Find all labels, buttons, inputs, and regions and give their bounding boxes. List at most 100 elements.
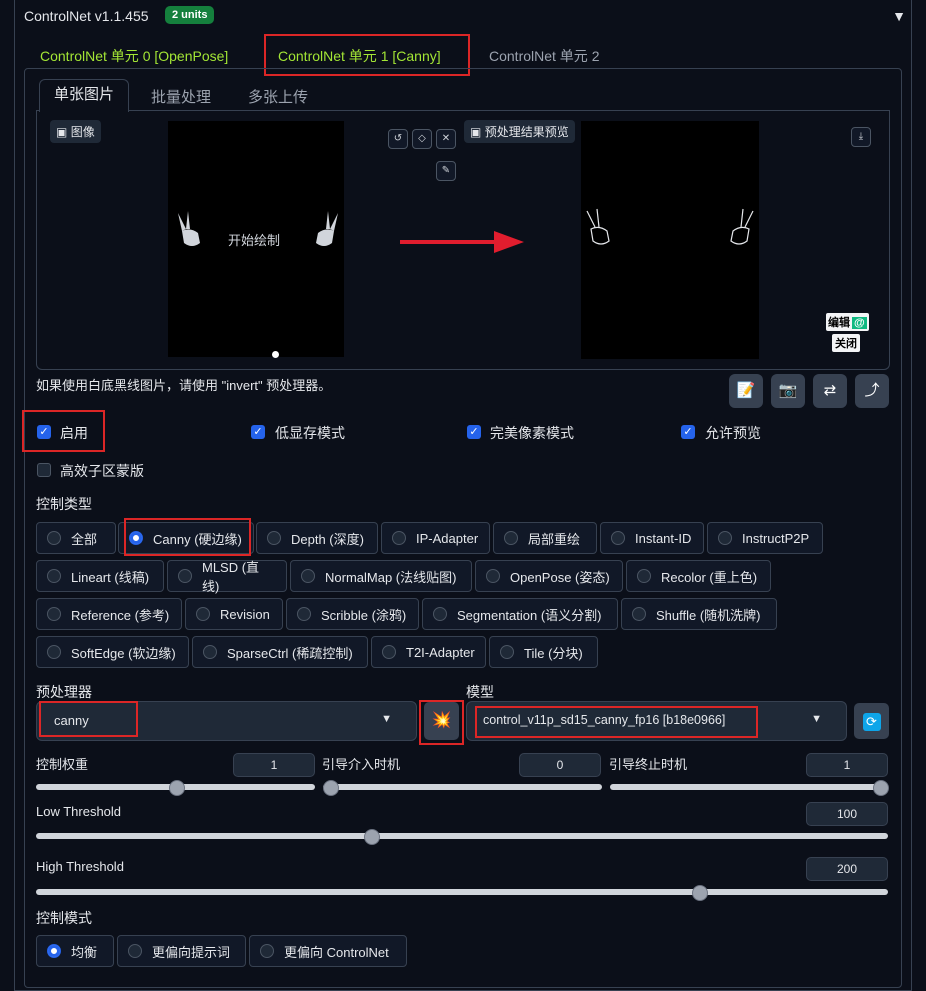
end-slider[interactable] <box>610 784 888 790</box>
high-threshold-slider-thumb[interactable] <box>692 885 708 901</box>
low-threshold-input[interactable]: 100 <box>806 802 888 826</box>
tab-batch[interactable]: 批量处理 <box>151 86 211 107</box>
image-label: ▣ 图像 <box>50 120 101 143</box>
control-type-option[interactable]: T2I-Adapter <box>371 636 486 668</box>
option-label: 局部重绘 <box>528 531 581 547</box>
radio-dot <box>297 607 311 621</box>
allow-preview-checkbox[interactable]: ✓ <box>681 425 695 439</box>
image-icon: ▣ <box>470 125 482 139</box>
tab-single-image[interactable]: 单张图片 <box>39 79 130 112</box>
high-threshold-slider[interactable] <box>36 889 888 895</box>
control-type-option[interactable]: IP-Adapter <box>381 522 490 554</box>
radio-dot <box>611 531 625 545</box>
send-icon[interactable]: ⤴ <box>855 374 889 408</box>
invert-hint: 如果使用白底黑线图片，请使用 "invert" 预处理器。 <box>36 378 332 393</box>
enable-checkbox[interactable]: ✓ <box>37 425 51 439</box>
radio-dot <box>632 607 646 621</box>
brush-cursor <box>272 351 279 358</box>
camera-icon[interactable]: 📷 <box>771 374 805 408</box>
input-canvas[interactable]: 开始绘制 <box>168 121 344 358</box>
control-type-option[interactable]: Recolor (重上色) <box>626 560 771 592</box>
control-type-option[interactable]: SparseCtrl (稀疏控制) <box>192 636 368 668</box>
start-input[interactable]: 0 <box>519 753 601 777</box>
tab-unit-0[interactable]: ControlNet 单元 0 [OpenPose] <box>40 46 228 66</box>
control-type-option[interactable]: Instant-ID <box>600 522 704 554</box>
control-type-option[interactable]: Depth (深度) <box>256 522 378 554</box>
control-type-option[interactable]: Tile (分块) <box>489 636 598 668</box>
control-type-option[interactable]: Revision <box>185 598 283 630</box>
control-type-option[interactable]: Segmentation (语义分割) <box>422 598 618 630</box>
control-type-option[interactable]: Scribble (涂鸦) <box>286 598 419 630</box>
end-input[interactable]: 1 <box>806 753 888 777</box>
control-type-option[interactable]: 局部重绘 <box>493 522 597 554</box>
chevron-down-icon: ▼ <box>811 713 822 725</box>
control-type-option[interactable]: OpenPose (姿态) <box>475 560 623 592</box>
notepad-icon[interactable]: 📝 <box>729 374 763 408</box>
refresh-icon[interactable]: ⟳ <box>854 703 889 739</box>
tab-unit-2[interactable]: ControlNet 单元 2 <box>489 46 599 66</box>
start-slider[interactable] <box>323 784 602 790</box>
end-slider-thumb[interactable] <box>873 780 889 796</box>
tab-unit-1[interactable]: ControlNet 单元 1 [Canny] <box>278 46 441 66</box>
control-type-option[interactable]: SoftEdge (软边缘) <box>36 636 189 668</box>
option-label: Lineart (线稿) <box>71 569 150 585</box>
undo-icon[interactable]: ↺ <box>388 129 408 149</box>
pixel-perfect-checkbox[interactable]: ✓ <box>467 425 481 439</box>
tab-multi-upload[interactable]: 多张上传 <box>248 86 308 107</box>
arrow-annotation-icon <box>400 231 524 253</box>
option-label: T2I-Adapter <box>406 644 475 660</box>
control-type-option[interactable]: 全部 <box>36 522 116 554</box>
clear-icon[interactable]: ✕ <box>436 129 456 149</box>
edit-label: 编辑 <box>828 317 850 329</box>
control-type-option[interactable]: NormalMap (法线贴图) <box>290 560 472 592</box>
radio-dot <box>637 569 651 583</box>
low-threshold-slider[interactable] <box>36 833 888 839</box>
hand-outline-right-icon <box>730 208 754 245</box>
edit-swirl-icon: @ <box>852 317 867 329</box>
control-mode-label: 控制模式 <box>36 910 92 926</box>
control-mode-controlnet[interactable]: 更偏向 ControlNet <box>249 935 407 967</box>
model-highlight <box>475 706 758 738</box>
radio-dot <box>178 569 192 583</box>
low-threshold-label: Low Threshold <box>36 804 122 819</box>
effective-mask-checkbox[interactable] <box>37 463 51 477</box>
control-type-option[interactable]: InstructP2P <box>707 522 823 554</box>
control-type-option[interactable]: Reference (参考) <box>36 598 182 630</box>
eraser-icon[interactable]: ◇ <box>412 129 432 149</box>
download-icon[interactable]: ⤓ <box>851 127 871 147</box>
option-label: OpenPose (姿态) <box>510 569 610 585</box>
control-type-option[interactable]: Shuffle (随机洗牌) <box>621 598 777 630</box>
lowvram-label: 低显存模式 <box>275 425 345 441</box>
swap-icon[interactable]: ⇄ <box>813 374 847 408</box>
control-mode-balanced[interactable]: 均衡 <box>36 935 114 967</box>
radio-dot <box>267 531 281 545</box>
brush-icon[interactable]: ✎ <box>436 161 456 181</box>
end-label: 引导终止时机 <box>609 757 688 772</box>
image-label-text: 图像 <box>70 125 95 139</box>
edit-button[interactable]: 编辑 @ <box>826 313 869 331</box>
radio-dot <box>392 531 406 545</box>
weight-slider-thumb[interactable] <box>169 780 185 796</box>
preprocessor-label: 预处理器 <box>36 684 92 700</box>
lowvram-checkbox[interactable]: ✓ <box>251 425 265 439</box>
radio-dot <box>47 645 61 659</box>
canny-highlight <box>124 518 251 556</box>
option-label: Instant-ID <box>635 530 692 546</box>
option-label: 更偏向 ControlNet <box>284 944 389 960</box>
control-mode-prompt[interactable]: 更偏向提示词 <box>117 935 246 967</box>
pixel-perfect-label: 完美像素模式 <box>490 425 574 441</box>
control-type-option[interactable]: MLSD (直线) <box>167 560 287 594</box>
option-label: Tile (分块) <box>524 645 583 661</box>
preprocessor-highlight <box>39 701 138 737</box>
close-button[interactable]: 关闭 <box>832 334 860 352</box>
preview-label: ▣ 预处理结果预览 <box>464 120 575 143</box>
low-threshold-slider-thumb[interactable] <box>364 829 380 845</box>
start-slider-thumb[interactable] <box>323 780 339 796</box>
option-label: Segmentation (语义分割) <box>457 607 602 623</box>
weight-input[interactable]: 1 <box>233 753 315 777</box>
collapse-triangle-icon[interactable]: ▼ <box>892 8 906 24</box>
high-threshold-input[interactable]: 200 <box>806 857 888 881</box>
radio-dot <box>203 645 217 659</box>
radio-dot <box>433 607 447 621</box>
control-type-option[interactable]: Lineart (线稿) <box>36 560 164 592</box>
